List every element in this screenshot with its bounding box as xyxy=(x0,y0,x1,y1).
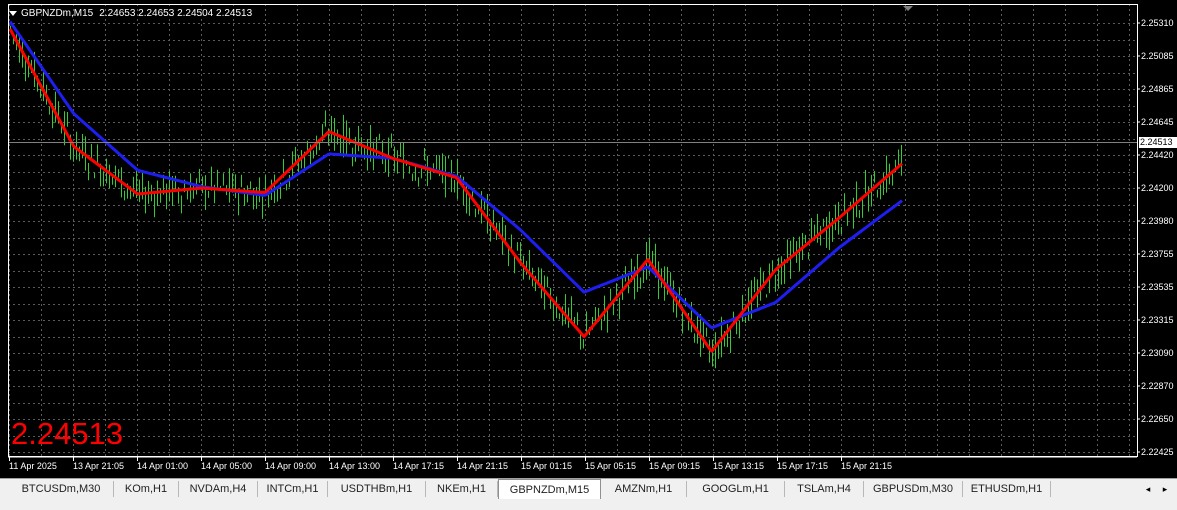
time-tick-label: 15 Apr 17:15 xyxy=(777,461,829,471)
time-tick-label: 15 Apr 21:15 xyxy=(841,461,893,471)
price-tick-label: 2.22425 xyxy=(1141,447,1174,457)
time-tick-label: 14 Apr 05:00 xyxy=(201,461,253,471)
tab-ethusdm-h1[interactable]: ETHUSDm,H1 xyxy=(963,481,1051,497)
time-tick-label: 15 Apr 13:15 xyxy=(713,461,765,471)
tab-gbpnzdm-m15[interactable]: GBPNZDm,M15 xyxy=(498,479,601,499)
bottom-strip xyxy=(0,499,1177,510)
time-tick-label: 15 Apr 05:15 xyxy=(585,461,637,471)
price-tick-label: 2.23755 xyxy=(1141,249,1174,259)
tab-scroll-right-icon[interactable]: ▸ xyxy=(1160,481,1170,497)
tab-scroll-left-icon[interactable]: ◂ xyxy=(1143,481,1153,497)
tab-kom-h1[interactable]: KOm,H1 xyxy=(114,481,179,497)
time-tick-label: 13 Apr 21:05 xyxy=(73,461,125,471)
triangle-down-icon[interactable] xyxy=(9,10,17,16)
price-tick-label: 2.24645 xyxy=(1141,117,1174,127)
price-tick-label: 2.25310 xyxy=(1141,18,1174,28)
tab-tslam-h4[interactable]: TSLAm,H4 xyxy=(785,481,864,497)
tab-amznm-h1[interactable]: AMZNm,H1 xyxy=(601,481,687,497)
price-tick-label: 2.22870 xyxy=(1141,381,1174,391)
price-tick-label: 2.23315 xyxy=(1141,315,1174,325)
chart-header: GBPNZDm,M15 2.24653 2.24653 2.24504 2.24… xyxy=(9,6,252,20)
time-tick-label: 14 Apr 09:00 xyxy=(265,461,317,471)
price-tick-label: 2.22650 xyxy=(1141,414,1174,424)
ma-slow-line xyxy=(8,20,903,330)
time-tick-label: 14 Apr 17:15 xyxy=(393,461,445,471)
price-tick-label: 2.25085 xyxy=(1141,51,1174,61)
tab-nvdam-h4[interactable]: NVDAm,H4 xyxy=(179,481,258,497)
tab-usdthbm-h1[interactable]: USDTHBm,H1 xyxy=(328,481,426,497)
symbol-timeframe: GBPNZDm,M15 xyxy=(21,7,94,19)
time-tick-label: 14 Apr 21:15 xyxy=(457,461,509,471)
chart-tab-bar: BTCUSDm,M30 KOm,H1 NVDAm,H4 INTCm,H1 USDTHBm… xyxy=(0,478,1177,500)
ohlc-quotes: 2.24653 2.24653 2.24504 2.24513 xyxy=(99,7,253,19)
time-tick-label: 15 Apr 01:15 xyxy=(521,461,573,471)
shift-marker-icon[interactable] xyxy=(903,6,913,11)
price-tick-label: 2.24865 xyxy=(1141,84,1174,94)
price-tick-label: 2.23090 xyxy=(1141,348,1174,358)
tab-googlm-h1[interactable]: GOOGLm,H1 xyxy=(687,481,785,497)
price-tick-label: 2.23535 xyxy=(1141,282,1174,292)
price-tick-label: 2.24200 xyxy=(1141,183,1174,193)
time-tick-label: 14 Apr 13:00 xyxy=(329,461,381,471)
price-tick-label: 2.24420 xyxy=(1141,150,1174,160)
time-tick-label: 14 Apr 01:00 xyxy=(137,461,189,471)
current-price-label: 2.24513 xyxy=(1139,137,1177,148)
plot-frame xyxy=(8,4,1138,457)
chart-window[interactable]: GBPNZDm,M15 2.24653 2.24653 2.24504 2.24… xyxy=(0,0,1177,478)
time-tick-label: 15 Apr 09:15 xyxy=(649,461,701,471)
tab-btcusdm-m30[interactable]: BTCUSDm,M30 xyxy=(9,481,114,497)
tab-intcm-h1[interactable]: INTCm,H1 xyxy=(258,481,328,497)
big-price-display: 2.24513 xyxy=(11,416,124,451)
tab-nkem-h1[interactable]: NKEm,H1 xyxy=(426,481,498,497)
tab-gbpusdm-m30[interactable]: GBPUSDm,M30 xyxy=(864,481,963,497)
time-tick-label: 11 Apr 2025 xyxy=(9,461,57,471)
price-tick-label: 2.23980 xyxy=(1141,216,1174,226)
price-chart[interactable] xyxy=(0,0,1177,478)
ma-fast-line xyxy=(8,28,904,353)
